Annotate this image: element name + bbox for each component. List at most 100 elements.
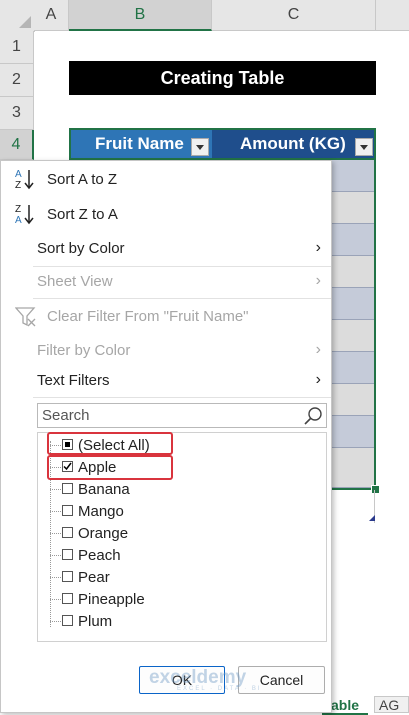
header-label: Amount (KG) — [240, 134, 346, 153]
row-label: 2 — [12, 71, 21, 88]
column-label: A — [45, 6, 57, 23]
row-header-1[interactable]: 1 — [0, 31, 34, 64]
column-header-b[interactable]: B — [69, 0, 212, 31]
list-item-label: Banana — [78, 480, 130, 498]
watermark-logo: exceldemy EXCEL · DATA · BI — [149, 667, 262, 692]
checkbox[interactable] — [62, 571, 73, 582]
table-cell[interactable] — [330, 192, 374, 224]
table-cell[interactable] — [330, 256, 374, 288]
tree-line — [50, 511, 61, 512]
filter-by-color-item: Filter by Color › — [1, 334, 331, 366]
clear-filter-item: Clear Filter From "Fruit Name" — [1, 300, 331, 332]
search-icon[interactable] — [303, 406, 323, 426]
page-title[interactable]: Creating Table — [69, 61, 376, 95]
checkbox[interactable] — [62, 527, 73, 538]
table-cell[interactable] — [330, 288, 374, 320]
clear-filter-icon — [14, 306, 37, 328]
sort-ascending-icon: AZ — [14, 167, 36, 191]
autofilter-dropdown-menu: AZ Sort A to Z ZA Sort Z to A Sort by Co… — [0, 160, 332, 713]
highlight-box-apple — [47, 455, 173, 480]
column-header-a[interactable]: A — [34, 0, 69, 31]
select-all-corner[interactable] — [0, 0, 35, 32]
table-resize-handle[interactable] — [369, 515, 375, 521]
chevron-right-icon: › — [315, 239, 321, 256]
menu-item-label: Filter by Color — [37, 341, 131, 359]
search-placeholder: Search — [42, 407, 90, 424]
menu-item-label: Sort by Color — [37, 239, 125, 257]
list-item-pear[interactable]: Pear — [38, 566, 324, 588]
menu-item-label: Text Filters — [37, 371, 110, 389]
list-item-banana[interactable]: Banana — [38, 478, 324, 500]
table-cell[interactable] — [330, 416, 374, 448]
menu-divider — [33, 298, 331, 299]
header-label: Fruit Name — [95, 134, 184, 153]
svg-text:Z: Z — [15, 204, 21, 215]
table-header-amount[interactable]: Amount (KG) — [212, 128, 376, 160]
row-label: 1 — [12, 38, 21, 55]
list-item-label: Plum — [78, 612, 113, 630]
table-cell[interactable] — [330, 352, 374, 384]
sort-a-to-z-item[interactable]: AZ Sort A to Z — [1, 163, 331, 195]
sort-by-color-item[interactable]: Sort by Color › — [1, 232, 331, 264]
list-item-plum[interactable]: Plum — [38, 610, 324, 632]
tree-line — [50, 599, 61, 600]
table-cell[interactable] — [330, 384, 374, 416]
menu-divider — [33, 397, 331, 398]
tree-line — [50, 555, 61, 556]
chevron-right-icon: › — [315, 341, 321, 358]
list-item-mango[interactable]: Mango — [38, 500, 324, 522]
checkbox[interactable] — [62, 593, 73, 604]
sort-z-to-a-item[interactable]: ZA Sort Z to A — [1, 198, 331, 230]
sheet-view-item: Sheet View › — [1, 265, 331, 297]
chevron-right-icon: › — [315, 371, 321, 388]
list-item-peach[interactable]: Peach — [38, 544, 324, 566]
column-label: B — [134, 5, 146, 23]
menu-item-label: Sheet View — [37, 272, 113, 290]
list-item-orange[interactable]: Orange — [38, 522, 324, 544]
row-header-2[interactable]: 2 — [0, 64, 34, 97]
tree-line — [50, 533, 61, 534]
svg-text:A: A — [15, 169, 22, 180]
sort-descending-icon: ZA — [14, 202, 36, 226]
filter-dropdown-button[interactable] — [191, 138, 209, 156]
tree-line — [50, 621, 61, 622]
svg-text:A: A — [15, 215, 22, 226]
menu-item-label: Sort A to Z — [47, 170, 118, 188]
checkbox[interactable] — [62, 505, 73, 516]
checkbox[interactable] — [62, 549, 73, 560]
text-filters-item[interactable]: Text Filters › — [1, 364, 331, 396]
table-cell[interactable] — [330, 320, 374, 352]
row-label: 4 — [11, 135, 21, 153]
chevron-down-icon — [196, 144, 204, 150]
list-item-label: Peach — [78, 546, 121, 564]
sheet-tab[interactable]: AG — [374, 696, 409, 713]
highlight-box-select-all — [47, 432, 173, 455]
table-header-fruit-name[interactable]: Fruit Name — [69, 128, 212, 160]
button-label: Cancel — [259, 672, 304, 688]
menu-item-label: Sort Z to A — [47, 205, 118, 223]
tree-line — [50, 489, 61, 490]
tree-line — [50, 577, 61, 578]
table-cell[interactable] — [330, 224, 374, 256]
search-input[interactable]: Search — [37, 403, 327, 428]
table-cell[interactable] — [330, 448, 374, 488]
column-header-c[interactable]: C — [212, 0, 376, 31]
table-border — [374, 128, 376, 490]
checkbox[interactable] — [62, 615, 73, 626]
filter-dropdown-button[interactable] — [355, 138, 373, 156]
list-item-label: Pineapple — [78, 590, 145, 608]
table-cell[interactable] — [330, 160, 374, 192]
row-header-4[interactable]: 4 — [0, 130, 34, 160]
column-label: C — [287, 6, 300, 23]
svg-text:Z: Z — [15, 180, 21, 191]
list-item-label: Orange — [78, 524, 129, 542]
checkbox[interactable] — [62, 483, 73, 494]
chevron-right-icon: › — [315, 272, 321, 289]
menu-item-label: Clear Filter From "Fruit Name" — [47, 307, 249, 325]
column-header-d[interactable] — [376, 0, 409, 31]
row-label: 3 — [12, 104, 21, 121]
list-item-pineapple[interactable]: Pineapple — [38, 588, 324, 610]
chevron-down-icon — [360, 144, 368, 150]
row-header-3[interactable]: 3 — [0, 97, 34, 130]
list-item-label: Mango — [78, 502, 124, 520]
